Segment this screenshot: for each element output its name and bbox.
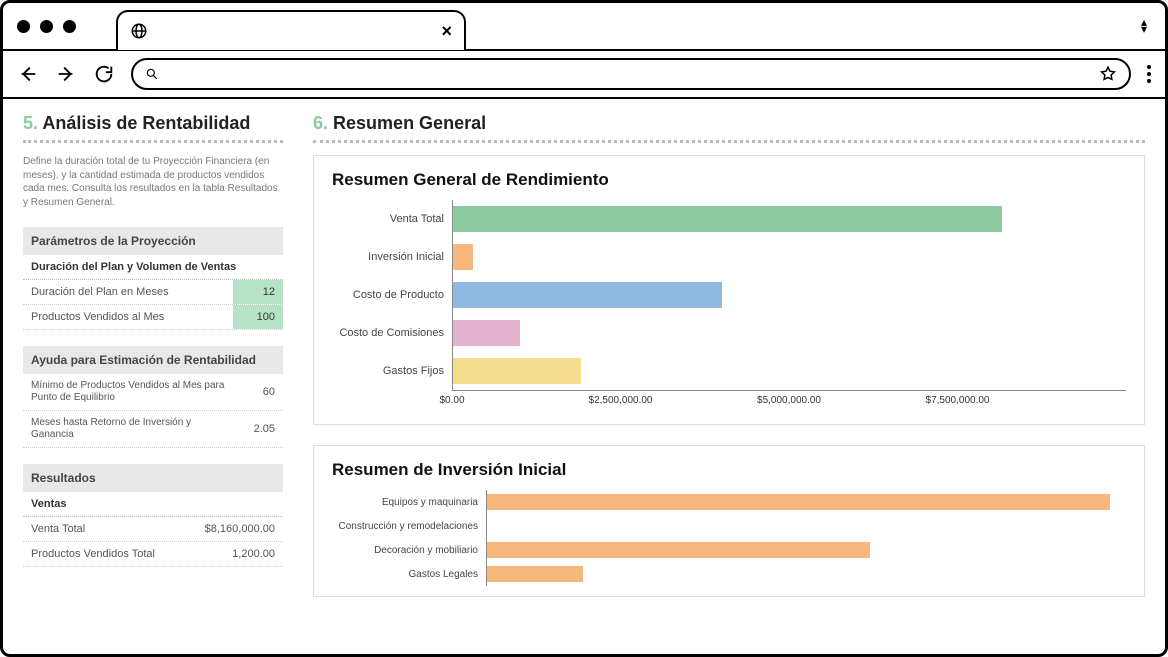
- section-5-header: 5. Análisis de Rentabilidad: [23, 113, 283, 143]
- chart-category-label: Costo de Comisiones: [332, 327, 452, 339]
- params-header: Parámetros de la Proyección: [23, 227, 283, 255]
- left-column: 5. Análisis de Rentabilidad Define la du…: [23, 113, 283, 654]
- chart-axis: $0.00 $2,500,000.00 $5,000,000.00 $7,500,00…: [332, 390, 1126, 414]
- globe-icon: [130, 22, 148, 40]
- chart-title: Resumen de Inversión Inicial: [332, 460, 1126, 480]
- chart-2-area: Equipos y maquinaria Construcción y remod…: [332, 490, 1126, 586]
- chart-bar-row: Gastos Legales: [332, 562, 1126, 586]
- sales-header: Ventas: [23, 492, 283, 517]
- url-input[interactable]: [131, 58, 1131, 90]
- bookmark-star-icon[interactable]: [1099, 65, 1117, 83]
- chart-bar-zone: [486, 514, 1126, 538]
- chart-category-label: Equipos y maquinaria: [332, 497, 486, 508]
- chart-bar-zone: [452, 238, 1126, 276]
- chart-bar-row: Costo de Producto: [332, 276, 1126, 314]
- chart-investment-summary: Resumen de Inversión Inicial Equipos y m…: [313, 445, 1145, 597]
- chart-bar: [487, 542, 870, 558]
- chart-bar: [453, 320, 520, 346]
- forward-button[interactable]: [55, 63, 77, 85]
- window-dot[interactable]: [40, 20, 53, 33]
- chart-bar: [453, 244, 473, 270]
- back-button[interactable]: [17, 63, 39, 85]
- nav-bar: [3, 51, 1165, 99]
- row-roi-months: Meses hasta Retorno de Inversión y Ganan…: [23, 411, 283, 448]
- products-month-input[interactable]: 100: [233, 305, 283, 329]
- chart-bar-zone: [452, 276, 1126, 314]
- chart-bar-zone: [452, 352, 1126, 390]
- row-total-products: Productos Vendidos Total 1,200.00: [23, 542, 283, 567]
- section-6-header: 6. Resumen General: [313, 113, 1145, 143]
- reload-button[interactable]: [93, 63, 115, 85]
- chart-category-label: Gastos Legales: [332, 569, 486, 580]
- chart-1-area: Venta Total Inversión Inicial Costo de Pro…: [332, 200, 1126, 414]
- chart-category-label: Inversión Inicial: [332, 251, 452, 263]
- search-icon: [145, 67, 159, 81]
- chart-category-label: Venta Total: [332, 213, 452, 225]
- right-column: 6. Resumen General Resumen General de Re…: [313, 113, 1145, 654]
- chart-bar: [487, 566, 583, 582]
- row-plan-duration: Duración del Plan en Meses 12: [23, 280, 283, 305]
- window-dot[interactable]: [17, 20, 30, 33]
- results-header: Resultados: [23, 464, 283, 492]
- row-products-month: Productos Vendidos al Mes 100: [23, 305, 283, 330]
- chart-bar-zone: [486, 562, 1126, 586]
- chart-tick-label: $2,500,000.00: [589, 395, 653, 406]
- title-bar: × ▴▾: [3, 3, 1165, 51]
- chart-bar-row: Venta Total: [332, 200, 1126, 238]
- chart-category-label: Construcción y remodelaciones: [332, 521, 486, 532]
- chart-tick-label: $5,000,000.00: [757, 395, 821, 406]
- window-controls: [17, 20, 76, 33]
- chart-category-label: Gastos Fijos: [332, 365, 452, 377]
- chart-bar-row: Costo de Comisiones: [332, 314, 1126, 352]
- chart-category-label: Costo de Producto: [332, 289, 452, 301]
- chart-title: Resumen General de Rendimiento: [332, 170, 1126, 190]
- chart-bar-zone: [452, 314, 1126, 352]
- window-minmax-icon[interactable]: ▴▾: [1141, 19, 1147, 33]
- chart-bar-zone: [452, 200, 1126, 238]
- chart-bar-row: Equipos y maquinaria: [332, 490, 1126, 514]
- chart-tick-label: $0.00: [439, 395, 464, 406]
- chart-category-label: Decoración y mobiliario: [332, 545, 486, 556]
- plan-duration-input[interactable]: 12: [233, 280, 283, 304]
- row-total-sale: Venta Total $8,160,000.00: [23, 517, 283, 542]
- chart-tick-label: $7,500,000.00: [926, 395, 990, 406]
- chart-bar-row: Gastos Fijos: [332, 352, 1126, 390]
- chart-bar: [487, 494, 1110, 510]
- chart-bar: [453, 358, 581, 384]
- close-tab-icon[interactable]: ×: [441, 21, 452, 42]
- page-content: 5. Análisis de Rentabilidad Define la du…: [3, 99, 1165, 654]
- duration-volume-header: Duración del Plan y Volumen de Ventas: [23, 255, 283, 280]
- chart-bar: [453, 206, 1002, 232]
- chart-bar-row: Inversión Inicial: [332, 238, 1126, 276]
- chart-bar-zone: [486, 490, 1126, 514]
- help-header: Ayuda para Estimación de Rentabilidad: [23, 346, 283, 374]
- chart-performance-summary: Resumen General de Rendimiento Venta Tot…: [313, 155, 1145, 425]
- chart-bar: [453, 282, 722, 308]
- browser-menu-button[interactable]: [1147, 65, 1151, 83]
- chart-bar-row: Decoración y mobiliario: [332, 538, 1126, 562]
- chart-bar-row: Construcción y remodelaciones: [332, 514, 1126, 538]
- window-dot[interactable]: [63, 20, 76, 33]
- browser-tab[interactable]: ×: [116, 10, 466, 50]
- row-min-products: Mínimo de Productos Vendidos al Mes para…: [23, 374, 283, 411]
- section-5-description: Define la duración total de tu Proyecció…: [23, 155, 283, 209]
- chart-bar-zone: [486, 538, 1126, 562]
